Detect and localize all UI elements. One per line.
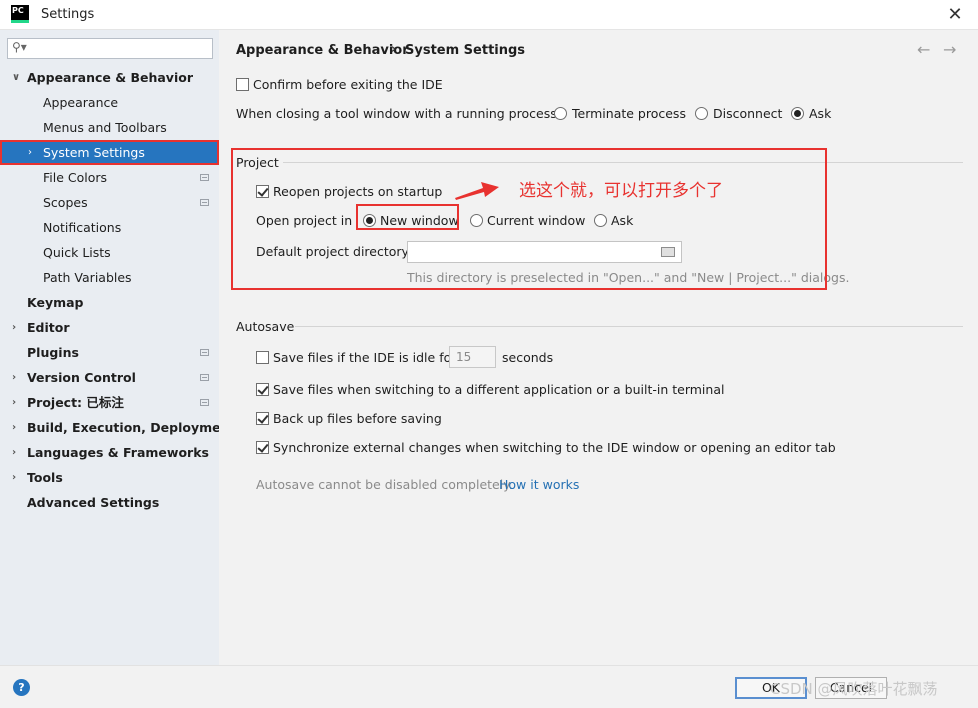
- logo-text: PC: [12, 6, 24, 15]
- settings-sidebar: ⚲▾ ∨ Appearance & Behavior Appearance Menus…: [0, 30, 235, 665]
- sidebar-item-label: Build, Execution, Deployment: [27, 420, 236, 435]
- save-idle-checkbox[interactable]: [256, 351, 269, 364]
- save-on-switch-checkbox[interactable]: [256, 383, 269, 396]
- dialog-footer: ? OK Cancel CSDN @风吹落叶花飘荡: [0, 665, 978, 708]
- how-it-works-link[interactable]: How it works: [499, 477, 579, 492]
- ask-label: Ask: [809, 106, 832, 121]
- sidebar-item-label: File Colors: [43, 170, 108, 185]
- disconnect-radio[interactable]: [695, 107, 708, 120]
- sidebar-item-label: Appearance & Behavior: [27, 70, 193, 85]
- annotation-project-box: [231, 148, 827, 290]
- project-level-icon: [200, 374, 209, 381]
- sidebar-item[interactable]: Quick Lists: [0, 240, 219, 265]
- sidebar-item[interactable]: › System Settings: [0, 140, 219, 165]
- sidebar-item-label: Menus and Toolbars: [43, 120, 167, 135]
- sidebar-item-label: Appearance: [43, 95, 119, 110]
- sidebar-item-label: System Settings: [43, 145, 145, 160]
- back-arrow-icon[interactable]: ←: [917, 40, 930, 59]
- chevron-down-icon[interactable]: ∨: [12, 65, 24, 90]
- autosave-note: Autosave cannot be disabled completely.: [256, 477, 513, 492]
- disconnect-label: Disconnect: [713, 106, 783, 121]
- annotation-text: 选这个就，可以打开多个了: [519, 181, 723, 201]
- sidebar-item-label: Scopes: [43, 195, 88, 210]
- breadcrumb-separator: ›: [391, 42, 397, 57]
- sidebar-item-label: Keymap: [27, 295, 84, 310]
- sidebar-item[interactable]: ∨ Appearance & Behavior: [0, 65, 219, 90]
- project-level-icon: [200, 349, 209, 356]
- chevron-right-icon[interactable]: ›: [12, 415, 24, 440]
- idle-seconds-unit: seconds: [502, 350, 554, 365]
- sidebar-item[interactable]: Path Variables: [0, 265, 219, 290]
- annotation-arrow-icon: [455, 182, 499, 200]
- sidebar-item-label: Quick Lists: [43, 245, 111, 260]
- project-level-icon: [200, 399, 209, 406]
- closing-process-label: When closing a tool window with a runnin…: [236, 106, 561, 121]
- chevron-right-icon[interactable]: ›: [12, 440, 24, 465]
- project-level-icon: [200, 199, 209, 206]
- backup-files-label: Back up files before saving: [273, 411, 442, 426]
- sidebar-item[interactable]: Keymap: [0, 290, 219, 315]
- sidebar-item[interactable]: › Languages & Frameworks: [0, 440, 219, 465]
- search-icon: ⚲▾: [12, 40, 27, 54]
- chevron-right-icon[interactable]: ›: [12, 315, 24, 340]
- sidebar-item[interactable]: Notifications: [0, 215, 219, 240]
- save-idle-label: Save files if the IDE is idle for: [273, 350, 457, 365]
- sidebar-item-label: Notifications: [43, 220, 122, 235]
- chevron-right-icon[interactable]: ›: [12, 465, 24, 490]
- search-box[interactable]: ⚲▾: [7, 38, 213, 59]
- sidebar-item[interactable]: › Editor: [0, 315, 219, 340]
- sidebar-item-label: Advanced Settings: [27, 495, 160, 510]
- pycharm-logo-icon: PC: [11, 5, 29, 23]
- annotation-new-window-box: [356, 204, 459, 230]
- window-title: Settings: [41, 7, 95, 22]
- sidebar-item[interactable]: Scopes: [0, 190, 219, 215]
- title-bar: PC Settings ✕: [0, 0, 978, 30]
- autosave-group-title: Autosave: [236, 319, 295, 334]
- chevron-right-icon[interactable]: ›: [28, 140, 40, 165]
- sidebar-item[interactable]: Advanced Settings: [0, 490, 219, 515]
- main-panel: Appearance & Behavior › System Settings …: [219, 30, 978, 665]
- sidebar-item[interactable]: File Colors: [0, 165, 219, 190]
- sidebar-item[interactable]: › Version Control: [0, 365, 219, 390]
- sidebar-item[interactable]: › Build, Execution, Deployment: [0, 415, 235, 440]
- save-on-switch-label: Save files when switching to a different…: [273, 382, 725, 397]
- sidebar-item-label: Version Control: [27, 370, 136, 385]
- sidebar-item-label: Path Variables: [43, 270, 132, 285]
- sync-external-label: Synchronize external changes when switch…: [273, 440, 836, 455]
- idle-seconds-field[interactable]: 15: [449, 346, 496, 368]
- sidebar-item[interactable]: › Project: 已标注: [0, 390, 219, 415]
- close-button[interactable]: ✕: [938, 2, 972, 28]
- sidebar-item-label: Project: 已标注: [27, 395, 124, 410]
- csdn-watermark: CSDN @风吹落叶花飘荡: [770, 680, 938, 698]
- autosave-group-divider: [295, 326, 963, 327]
- ask-radio[interactable]: [791, 107, 804, 120]
- terminate-process-label: Terminate process: [572, 106, 686, 121]
- sidebar-item-label: Plugins: [27, 345, 79, 360]
- confirm-exit-checkbox[interactable]: [236, 78, 249, 91]
- sidebar-item-label: Languages & Frameworks: [27, 445, 209, 460]
- terminate-process-radio[interactable]: [554, 107, 567, 120]
- project-level-icon: [200, 174, 209, 181]
- sidebar-item[interactable]: Appearance: [0, 90, 219, 115]
- sync-external-checkbox[interactable]: [256, 441, 269, 454]
- sidebar-item-label: Tools: [27, 470, 63, 485]
- forward-arrow-icon[interactable]: →: [943, 40, 956, 59]
- chevron-right-icon[interactable]: ›: [12, 390, 24, 415]
- chevron-right-icon[interactable]: ›: [12, 365, 24, 390]
- help-icon[interactable]: ?: [13, 679, 30, 696]
- sidebar-item[interactable]: Plugins: [0, 340, 219, 365]
- breadcrumb-parent[interactable]: Appearance & Behavior: [236, 43, 409, 58]
- backup-files-checkbox[interactable]: [256, 412, 269, 425]
- sidebar-item[interactable]: Menus and Toolbars: [0, 115, 219, 140]
- breadcrumb-current: System Settings: [405, 43, 526, 58]
- search-input[interactable]: [32, 40, 208, 57]
- confirm-exit-label: Confirm before exiting the IDE: [253, 77, 443, 92]
- sidebar-item-label: Editor: [27, 320, 70, 335]
- sidebar-item[interactable]: › Tools: [0, 465, 219, 490]
